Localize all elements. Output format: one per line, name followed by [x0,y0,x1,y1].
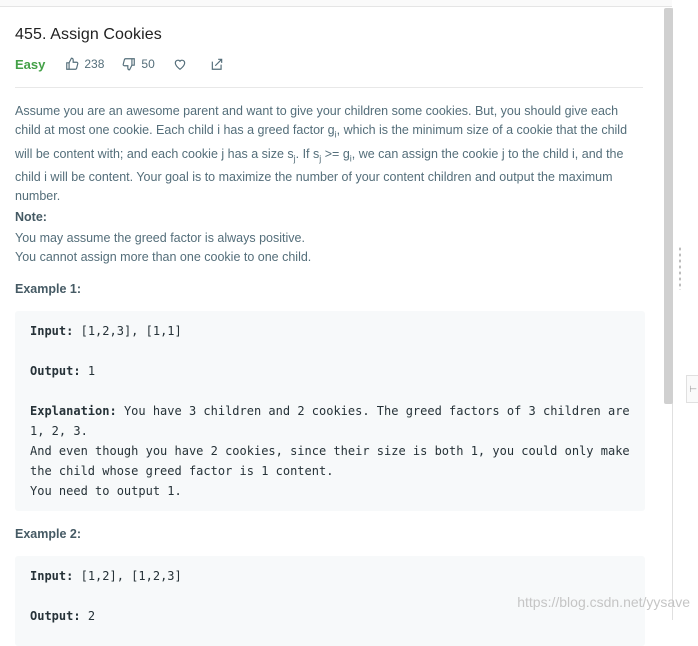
note-lines: You may assume the greed factor is alway… [15,229,311,267]
problem-title: 455. Assign Cookies [15,26,162,43]
share-icon [211,58,223,70]
panel-resize-handle[interactable] [678,246,682,290]
example-1-code: Input: [1,2,3], [1,1] Output: 1 Explanat… [15,311,645,511]
like-count: 238 [84,57,105,71]
note-title: Note: [15,210,47,224]
dislike-count: 50 [141,57,155,71]
divider [15,87,643,88]
scrollbar-thumb[interactable] [664,8,673,404]
dislike-button[interactable]: 50 [122,57,155,71]
thumbs-down-icon [122,58,136,71]
note-line: You may assume the greed factor is alway… [15,231,305,245]
side-panel-tab[interactable]: ⊢ [686,375,698,403]
problem-description: Assume you are an awesome parent and wan… [15,104,628,203]
example-1-title: Example 1: [15,282,82,296]
share-button[interactable] [210,57,229,71]
favorite-button[interactable] [173,57,192,71]
example-2-title: Example 2: [15,527,82,541]
problem-meta: Easy 238 50 [15,54,247,74]
note-line: You cannot assign more than one cookie t… [15,250,312,264]
heart-icon [174,59,186,70]
difficulty-badge: Easy [15,56,46,72]
top-bar [0,0,672,7]
watermark: https://blog.csdn.net/yysave [517,594,690,610]
thumbs-up-icon [66,57,79,70]
like-button[interactable]: 238 [65,57,104,71]
